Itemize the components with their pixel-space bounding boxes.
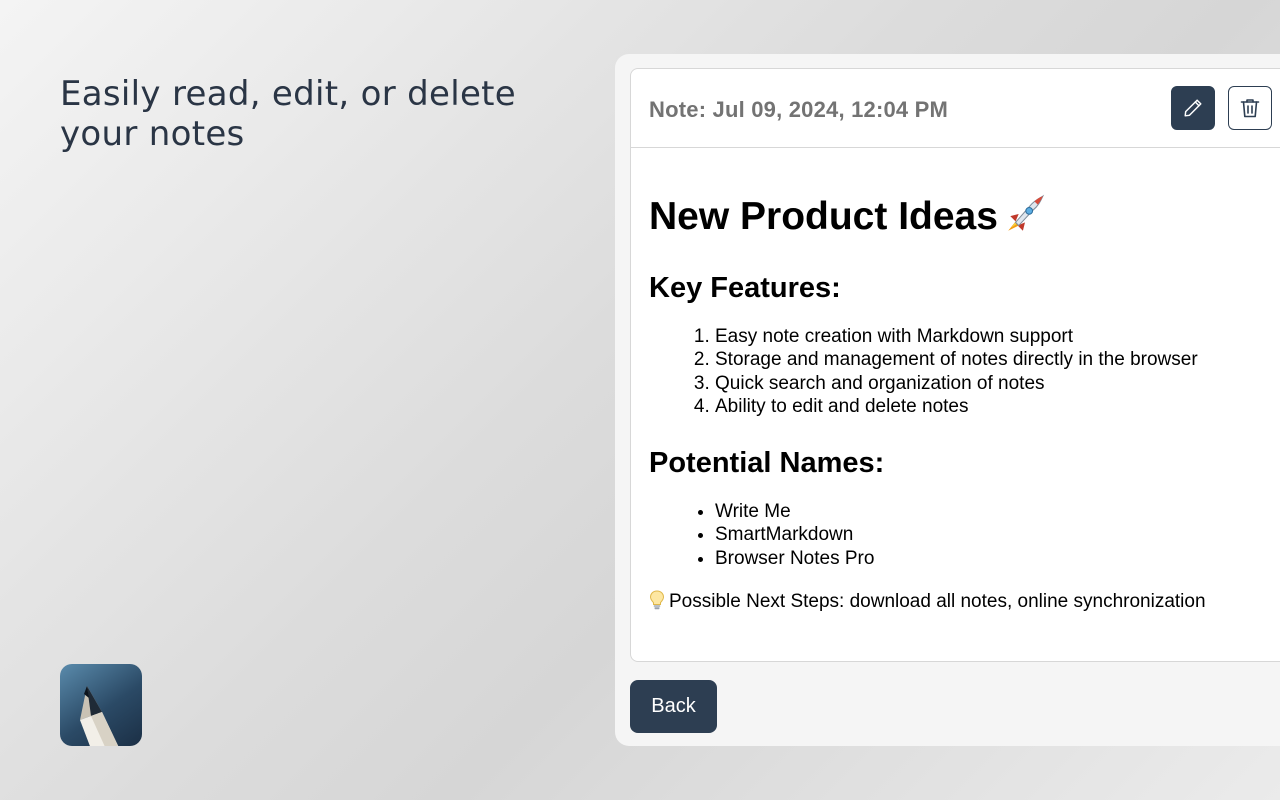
note-header-title: Note: Jul 09, 2024, 12:04 PM	[649, 97, 949, 122]
pen-icon	[80, 686, 119, 746]
note-header: Note: Jul 09, 2024, 12:04 PM	[631, 69, 1280, 148]
rocket-icon	[1004, 193, 1046, 246]
back-button[interactable]: Back	[630, 680, 717, 733]
trash-icon	[1240, 99, 1260, 118]
pencil-icon	[1184, 99, 1202, 117]
note-heading: New Product Ideas	[649, 193, 1280, 246]
list-item: Ability to edit and delete notes	[715, 395, 1280, 418]
note-panel: Note: Jul 09, 2024, 12:04 PM New Product…	[615, 54, 1280, 746]
section-title-names: Potential Names:	[649, 447, 885, 480]
list-item: Easy note creation with Markdown support	[715, 325, 1280, 348]
names-list: Write Me SmartMarkdown Browser Notes Pro	[649, 500, 1280, 570]
promo-headline: Easily read, edit, or delete your notes	[60, 74, 517, 154]
note-content: New Product Ideas Key Features: Easy not…	[649, 147, 1280, 616]
list-item: Browser Notes Pro	[715, 547, 1280, 570]
lightbulb-icon	[649, 590, 665, 616]
note-heading-text: New Product Ideas	[649, 195, 998, 238]
list-item: Storage and management of notes directly…	[715, 348, 1280, 371]
next-steps-paragraph: Possible Next Steps: download all notes,…	[649, 590, 1280, 616]
note-card: Note: Jul 09, 2024, 12:04 PM New Product…	[630, 68, 1280, 662]
list-item: Write Me	[715, 500, 1280, 523]
list-item: Quick search and organization of notes	[715, 372, 1280, 395]
delete-note-button[interactable]	[1228, 86, 1272, 130]
list-item: SmartMarkdown	[715, 523, 1280, 546]
features-list: Easy note creation with Markdown support…	[649, 325, 1280, 418]
next-steps-text: Possible Next Steps: download all notes,…	[669, 591, 1206, 613]
edit-note-button[interactable]	[1171, 86, 1215, 130]
app-logo	[60, 664, 142, 746]
section-title-features: Key Features:	[649, 272, 841, 304]
